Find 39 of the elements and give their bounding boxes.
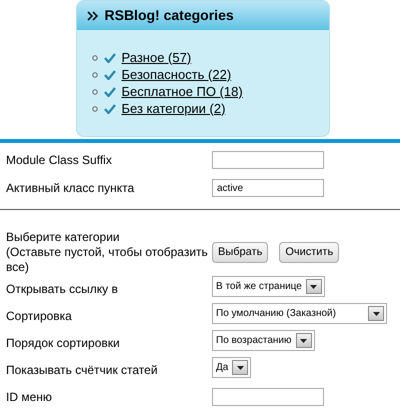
caret-icon	[372, 312, 380, 316]
category-link[interactable]: Безопасность (22)	[122, 64, 232, 84]
category-link[interactable]: Без категории (2)	[122, 98, 226, 118]
bullet-icon	[92, 72, 98, 78]
dropdown-button[interactable]	[368, 306, 384, 321]
bullet-icon	[92, 88, 98, 94]
form-button[interactable]: Очистить	[279, 242, 340, 263]
text-field[interactable]	[212, 388, 324, 406]
checkmark-icon	[104, 52, 116, 62]
select-field[interactable]: По умолчанию (Заказной)	[212, 303, 387, 324]
dropdown-button[interactable]	[306, 279, 322, 294]
bullet-icon	[92, 54, 98, 60]
checkmark-icon	[104, 104, 116, 114]
category-link[interactable]: Разное (57)	[122, 48, 192, 68]
text-field[interactable]: active	[212, 179, 324, 197]
text-field[interactable]	[212, 151, 324, 169]
bullet-icon	[92, 106, 98, 112]
caret-icon	[310, 284, 318, 288]
select-field[interactable]: Да	[212, 357, 252, 378]
field-label: Сортировка	[5, 308, 73, 324]
checkmark-icon	[104, 86, 116, 96]
checkmark-icon	[104, 70, 116, 80]
select-field[interactable]: В той же странице	[212, 276, 325, 297]
field-label: Открывать ссылку в	[5, 282, 119, 296]
field-label: Module Class Suffix	[5, 152, 113, 168]
caret-icon	[300, 338, 308, 342]
field-label: ID меню	[5, 390, 53, 404]
field-label: Выберите категории (Оставьте пустой, чтобы отобразить все)	[5, 230, 209, 275]
field-label: Показывать счётчик статей	[5, 362, 159, 378]
field-label: Порядок сортировки	[5, 336, 121, 350]
form-button[interactable]: Выбрать	[212, 242, 268, 263]
double-chevron-icon	[86, 10, 98, 20]
category-link[interactable]: Бесплатное ПО (18)	[122, 82, 243, 102]
dropdown-button[interactable]	[232, 360, 248, 375]
select-field[interactable]: По возрастанию	[212, 330, 315, 351]
module-title: RSBlog! categories	[104, 6, 234, 25]
field-label: Активный класс пункта	[5, 180, 136, 196]
dropdown-button[interactable]	[296, 333, 312, 348]
caret-icon	[236, 366, 244, 370]
